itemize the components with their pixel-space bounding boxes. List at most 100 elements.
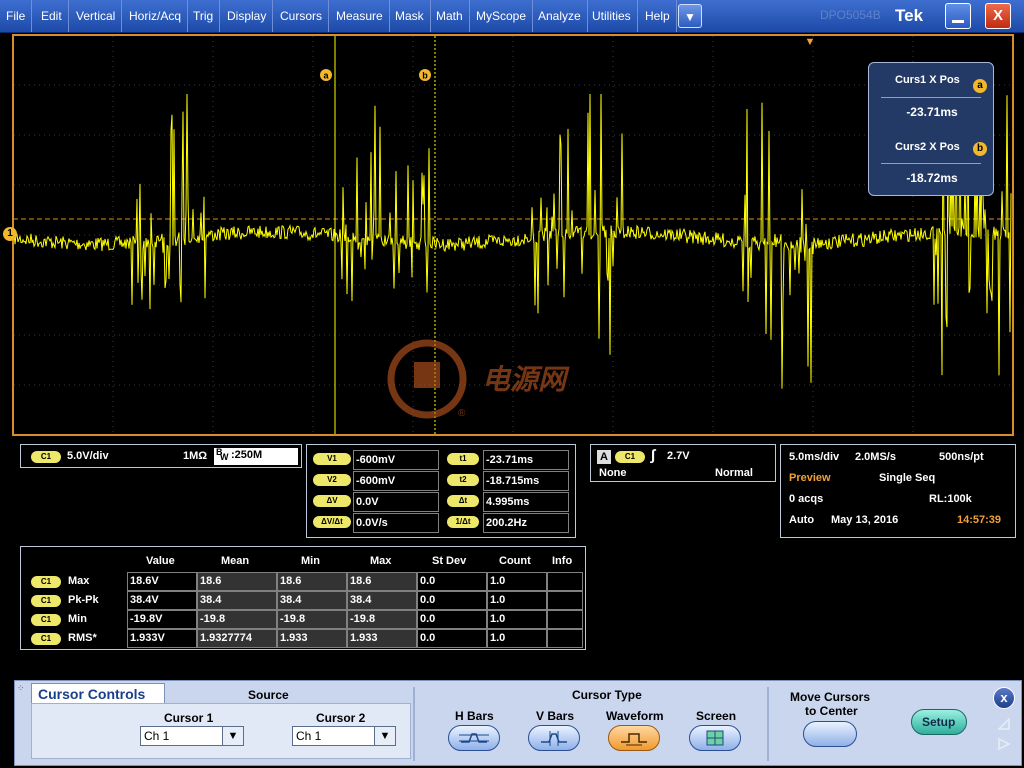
measurement-cell: 0.0	[417, 629, 487, 648]
menu-analyze[interactable]: Analyze	[532, 0, 588, 32]
sample-rate: 2.0MS/s	[855, 451, 896, 463]
measurement-cell: 18.6V	[127, 572, 197, 591]
menu-edit[interactable]: Edit	[35, 0, 69, 32]
measurement-cell: 1.9327774	[197, 629, 277, 648]
drag-handle-icon[interactable]: ⁘	[17, 683, 27, 693]
minimize-button[interactable]	[945, 3, 971, 29]
cursor1-label: Cursor 1	[164, 711, 214, 725]
chevron-down-icon: ▼	[222, 727, 243, 745]
screen-button[interactable]	[689, 725, 741, 751]
hbars-label: H Bars	[455, 709, 494, 723]
trigger-panel[interactable]: A C1 ∫ 2.7V None Normal	[590, 444, 776, 482]
t1-badge: t1	[447, 453, 479, 465]
menu-cursors[interactable]: Cursors	[274, 0, 330, 32]
measurement-cell: 38.4V	[127, 591, 197, 610]
curs1-value: -23.71ms	[906, 105, 958, 119]
cursor-readout-box[interactable]: Curs1 X Pos a -23.71ms Curs2 X Pos b -18…	[868, 62, 994, 196]
move-cursors-label-line2: to Center	[805, 704, 858, 718]
menu-utilities[interactable]: Utilities	[586, 0, 638, 32]
vbars-button[interactable]	[528, 725, 580, 751]
record-length: RL:100k	[929, 493, 972, 505]
vbars-icon	[541, 731, 567, 746]
menu-trig[interactable]: Trig	[187, 0, 221, 32]
menu-measure[interactable]: Measure	[330, 0, 390, 32]
curs2-badge: b	[973, 142, 987, 156]
minimize-icon	[952, 20, 964, 23]
resolution: 500ns/pt	[939, 451, 984, 463]
menu-bar: File Edit Vertical Horiz/Acq Trig Displa…	[0, 0, 1024, 33]
cursor2-source-dropdown[interactable]: Ch 1 ▼	[292, 726, 396, 746]
measurement-cell: 18.6	[347, 572, 417, 591]
delta-t-badge: Δt	[447, 495, 479, 507]
setup-label: Setup	[922, 715, 956, 729]
cursor-type-label: Cursor Type	[572, 688, 642, 702]
trigger-channel-badge: C1	[615, 451, 645, 463]
measurement-cell: 38.4	[277, 591, 347, 610]
v2-badge: V2	[313, 474, 351, 486]
tek-logo: Tek	[895, 6, 924, 25]
menu-vertical[interactable]: Vertical	[70, 0, 123, 32]
menu-help[interactable]: Help	[639, 0, 677, 32]
watermark-symbol: ®	[458, 408, 466, 419]
panel-title: Cursor Controls	[38, 686, 146, 702]
measurements-panel[interactable]: Value Mean Min Max St Dev Count Info C1 M…	[20, 546, 586, 650]
cursor-controls-panel: ⁘ Cursor Controls Source Cursor 1 Ch 1 ▼…	[14, 680, 1022, 766]
trigger-position-marker[interactable]: ▼	[805, 36, 816, 48]
screen-grid-icon	[706, 730, 724, 746]
channel-badge: C1	[31, 451, 61, 463]
measurement-cell: -19.8	[347, 610, 417, 629]
measurement-name: RMS*	[68, 632, 97, 644]
arrow-up-icon[interactable]	[997, 717, 1011, 731]
hbars-icon	[459, 733, 489, 743]
v1-value: -600mV	[353, 450, 439, 470]
measurement-name: Max	[68, 575, 90, 587]
time: 14:57:39	[957, 514, 1002, 526]
move-cursors-to-center-button[interactable]	[803, 721, 857, 747]
arrow-right-icon[interactable]	[997, 737, 1011, 751]
close-icon: x	[1000, 690, 1008, 705]
measurement-cell: 1.0	[487, 610, 547, 629]
menu-file[interactable]: File	[0, 0, 33, 32]
preview-status: Preview	[789, 472, 831, 484]
measurement-cell: 38.4	[347, 591, 417, 610]
inv-dt-badge: 1/Δt	[447, 516, 479, 528]
menu-more-button[interactable]: ▼	[678, 4, 702, 28]
measurement-cell: -19.8V	[127, 610, 197, 629]
measurement-cell: 1.0	[487, 591, 547, 610]
cursor1-source-dropdown[interactable]: Ch 1 ▼	[140, 726, 244, 746]
menu-math[interactable]: Math	[430, 0, 470, 32]
channel-1-marker[interactable]: 1	[3, 227, 17, 241]
header-stdev: St Dev	[432, 555, 467, 567]
cursor2-source-value: Ch 1	[296, 729, 322, 743]
menu-display[interactable]: Display	[221, 0, 274, 32]
menu-mask[interactable]: Mask	[389, 0, 431, 32]
acquisition-count: 0 acqs	[789, 493, 824, 505]
v1-badge: V1	[313, 453, 351, 465]
source-section: Source Cursor 1 Ch 1 ▼ Cursor 2 Ch 1 ▼	[31, 688, 411, 759]
measurement-cell	[547, 610, 583, 629]
close-button[interactable]: X	[985, 3, 1011, 29]
bandwidth-box: B W :250M	[214, 447, 298, 465]
divider	[413, 687, 415, 761]
menu-horiz-acq[interactable]: Horiz/Acq	[123, 0, 189, 32]
setup-button[interactable]: Setup	[911, 709, 967, 735]
measurement-cell: 1.933	[347, 629, 417, 648]
cursor-values-panel[interactable]: V1 -600mV t1 -23.71ms V2 -600mV t2 -18.7…	[306, 444, 576, 538]
menu-myscope[interactable]: MyScope	[470, 0, 534, 32]
hbars-button[interactable]	[448, 725, 500, 751]
cursor-controls-tab[interactable]: Cursor Controls	[31, 683, 165, 703]
measurement-cell: 1.933V	[127, 629, 197, 648]
waveform-icon	[621, 733, 647, 746]
channel-panel[interactable]: C1 5.0V/div 1MΩ B W :250M	[20, 444, 302, 468]
acquisition-panel[interactable]: 5.0ms/div 2.0MS/s 500ns/pt Preview Singl…	[780, 444, 1016, 538]
panel-close-button[interactable]: x	[993, 687, 1015, 709]
measurement-cell: -19.8	[277, 610, 347, 629]
measurement-channel-badge: C1	[31, 633, 61, 645]
run-mode: Auto	[789, 514, 815, 526]
measurement-channel-badge: C1	[31, 614, 61, 626]
waveform-button-selected[interactable]	[608, 725, 660, 751]
rising-edge-icon: ∫	[651, 447, 656, 464]
bandwidth-sub: W	[220, 452, 229, 462]
trigger-mode: Normal	[715, 467, 753, 479]
measurement-cell: 1.0	[487, 572, 547, 591]
